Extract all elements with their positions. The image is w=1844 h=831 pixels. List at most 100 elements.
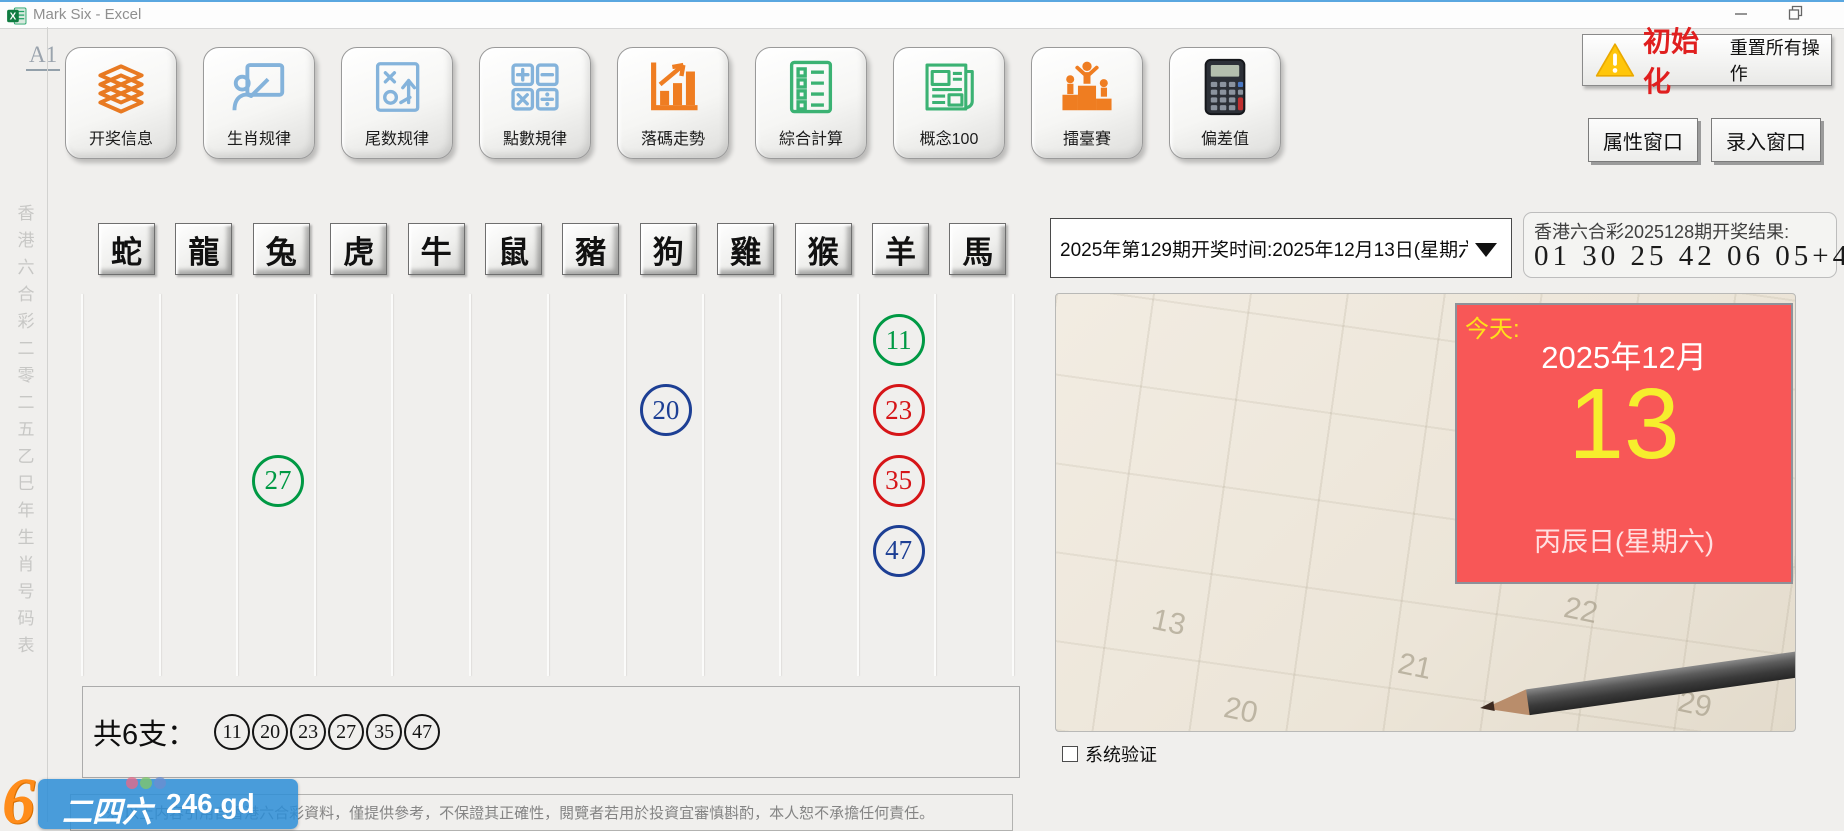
last-result-panel: 香港六合彩2025128期开奖结果: 01 30 25 42 06 05+43 bbox=[1523, 212, 1837, 278]
watermark-url: 246.gd bbox=[166, 788, 255, 820]
toolbar-button-label: 偏差值 bbox=[1201, 125, 1249, 149]
zodiac-tab-2[interactable]: 龍 bbox=[175, 223, 232, 275]
system-verify-checkbox[interactable]: 系统验证 bbox=[1062, 741, 1157, 767]
zodiac-number-grid: 27 20 11 23 35 47 bbox=[82, 294, 1013, 676]
watermark: 二四六 246.gd 6 bbox=[0, 768, 302, 831]
title-bar: X Mark Six - Excel bbox=[0, 0, 1844, 29]
newspaper-icon bbox=[918, 56, 980, 118]
zodiac-board-icon bbox=[228, 56, 290, 118]
zodiac-tab-9[interactable]: 雞 bbox=[717, 223, 774, 275]
left-divider bbox=[47, 27, 48, 822]
toolbar-button-label: 擂臺賽 bbox=[1063, 125, 1111, 149]
minimize-icon[interactable] bbox=[1726, 5, 1756, 25]
grid-column-line bbox=[779, 294, 781, 676]
initialize-button[interactable]: 初始化 重置所有操作 bbox=[1582, 34, 1832, 86]
watermark-digit: 6 bbox=[2, 764, 35, 831]
toolbar-button-2[interactable]: 生肖规律 bbox=[203, 47, 315, 159]
checkbox-icon[interactable] bbox=[1062, 746, 1078, 762]
zodiac-tab-1[interactable]: 蛇 bbox=[98, 223, 155, 275]
restore-icon[interactable] bbox=[1780, 5, 1810, 25]
calendar-faint-number: 21 bbox=[1395, 647, 1435, 687]
calculator-icon bbox=[1194, 56, 1256, 118]
entry-window-button[interactable]: 录入窗口 bbox=[1711, 118, 1821, 162]
toolbar-button-8[interactable]: 擂臺賽 bbox=[1031, 47, 1143, 159]
zodiac-tab-4[interactable]: 虎 bbox=[330, 223, 387, 275]
zodiac-tab-8[interactable]: 狗 bbox=[640, 223, 697, 275]
toolbar-button-5[interactable]: 落碼走勢 bbox=[617, 47, 729, 159]
ball-27: 27 bbox=[252, 455, 304, 507]
today-card: 今天: 2025年12月 13 丙辰日(星期六) bbox=[1455, 303, 1793, 584]
summary-ball-20: 20 bbox=[252, 714, 288, 750]
zodiac-tab-10[interactable]: 猴 bbox=[795, 223, 852, 275]
toolbar-button-6[interactable]: 綜合計算 bbox=[755, 47, 867, 159]
zodiac-tab-11[interactable]: 羊 bbox=[872, 223, 929, 275]
toolbar-button-1[interactable]: 开奖信息 bbox=[65, 47, 177, 159]
pencil-image bbox=[1478, 648, 1796, 728]
entry-window-label: 录入窗口 bbox=[1726, 126, 1806, 155]
grid-column-line bbox=[236, 294, 238, 676]
toolbar-button-label: 概念100 bbox=[920, 125, 979, 149]
podium-icon bbox=[1056, 56, 1118, 118]
watermark-box: 二四六 246.gd bbox=[38, 779, 298, 829]
toolbar-button-label: 點數規律 bbox=[503, 125, 567, 149]
summary-ball-35: 35 bbox=[366, 714, 402, 750]
excel-icon: X bbox=[7, 7, 27, 25]
ball-47: 47 bbox=[873, 525, 925, 577]
svg-text:X: X bbox=[10, 12, 17, 23]
summary-ball-27: 27 bbox=[328, 714, 364, 750]
summary-label: 共6支： bbox=[93, 711, 196, 753]
toolbar-button-label: 尾数规律 bbox=[365, 125, 429, 149]
grid-column-line bbox=[159, 294, 161, 676]
toolbar-button-7[interactable]: 概念100 bbox=[893, 47, 1005, 159]
chevron-down-icon bbox=[1475, 243, 1497, 257]
grid-column-line bbox=[314, 294, 316, 676]
grid-column-line bbox=[81, 294, 83, 676]
mark-six-app-window: X Mark Six - Excel A1 开奖信息 生肖规律 尾数规律 點數規… bbox=[0, 0, 1844, 831]
last-result-numbers: 01 30 25 42 06 05+43 bbox=[1534, 240, 1844, 273]
grid-column-line bbox=[934, 294, 936, 676]
today-detail: 丙辰日(星期六) bbox=[1457, 520, 1791, 559]
zodiac-tab-5[interactable]: 牛 bbox=[408, 223, 465, 275]
summary-ball-11: 11 bbox=[214, 714, 250, 750]
math-icon bbox=[504, 56, 566, 118]
grid-column-line bbox=[469, 294, 471, 676]
zodiac-tab-12[interactable]: 馬 bbox=[949, 223, 1006, 275]
system-verify-label: 系统验证 bbox=[1085, 741, 1157, 767]
grid-column-line bbox=[702, 294, 704, 676]
initialize-label: 初始化 bbox=[1643, 20, 1722, 100]
toolbar-button-label: 落碼走勢 bbox=[641, 125, 705, 149]
period-dropdown-value: 2025年第129期开奖时间:2025年12月13日(星期六) bbox=[1060, 235, 1468, 262]
period-dropdown[interactable]: 2025年第129期开奖时间:2025年12月13日(星期六) bbox=[1050, 218, 1512, 278]
ball-20: 20 bbox=[640, 384, 692, 436]
toolbar-button-3[interactable]: 尾数规律 bbox=[341, 47, 453, 159]
ball-35: 35 bbox=[873, 455, 925, 507]
grid-column-line bbox=[391, 294, 393, 676]
toolbar-button-label: 开奖信息 bbox=[89, 125, 153, 149]
summary-numbers: 112023273547 bbox=[214, 714, 442, 750]
summary-ball-47: 47 bbox=[404, 714, 440, 750]
summary-ball-23: 23 bbox=[290, 714, 326, 750]
calendar-panel: 1320212229 今天: 2025年12月 13 丙辰日(星期六) bbox=[1055, 293, 1796, 732]
toolbar-button-9[interactable]: 偏差值 bbox=[1169, 47, 1281, 159]
grid-column-line bbox=[624, 294, 626, 676]
window-title: Mark Six - Excel bbox=[33, 6, 141, 23]
summary-panel: 共6支： 112023273547 bbox=[82, 686, 1020, 778]
today-day: 13 bbox=[1457, 367, 1791, 482]
trend-chart-icon bbox=[642, 56, 704, 118]
toolbar-button-4[interactable]: 點數規律 bbox=[479, 47, 591, 159]
zodiac-tab-7[interactable]: 豬 bbox=[562, 223, 619, 275]
ball-11: 11 bbox=[873, 314, 925, 366]
zodiac-tab-3[interactable]: 兔 bbox=[253, 223, 310, 275]
checklist-icon bbox=[780, 56, 842, 118]
properties-window-button[interactable]: 属性窗口 bbox=[1588, 118, 1698, 162]
books-icon bbox=[90, 56, 152, 118]
tactics-icon bbox=[366, 56, 428, 118]
calendar-faint-number: 22 bbox=[1561, 591, 1601, 631]
cell-reference: A1 bbox=[26, 42, 60, 71]
toolbar-button-label: 綜合計算 bbox=[779, 125, 843, 149]
grid-column-line bbox=[857, 294, 859, 676]
properties-window-label: 属性窗口 bbox=[1603, 126, 1683, 155]
calendar-faint-number: 13 bbox=[1149, 603, 1189, 643]
zodiac-tab-6[interactable]: 鼠 bbox=[485, 223, 542, 275]
ball-23: 23 bbox=[873, 384, 925, 436]
